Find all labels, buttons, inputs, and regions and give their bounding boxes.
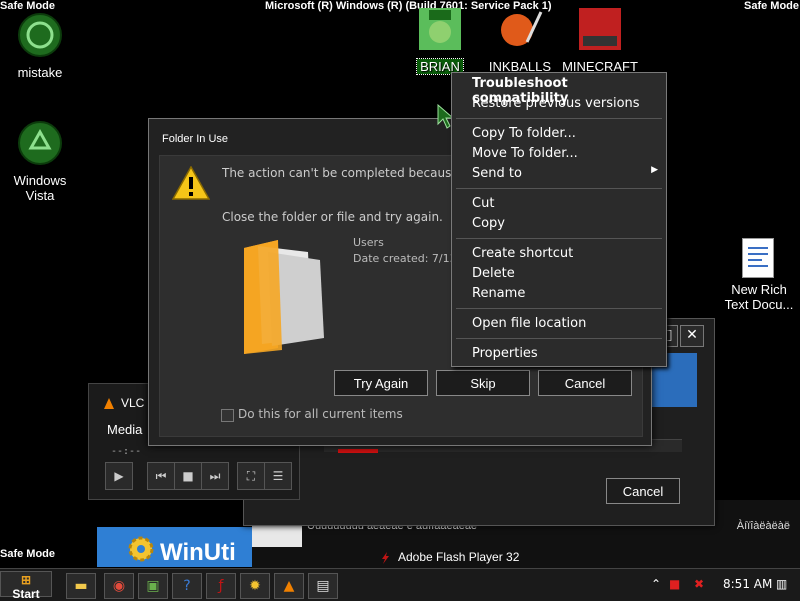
flash-player-title[interactable]: Adobe Flash Player 32 [398, 550, 519, 564]
tray-expand-icon[interactable]: ⌃ [651, 577, 661, 591]
menu-item-delete[interactable]: Delete [472, 266, 515, 281]
windows-logo-icon: ⊞ [20, 573, 32, 587]
equalizer-button[interactable]: ☰ [264, 462, 292, 490]
desktop-icon-windows-vista[interactable]: Windows Vista [0, 120, 80, 203]
menu-item-send-to[interactable]: Send to [472, 166, 522, 181]
start-button[interactable]: ⊞ Start [0, 571, 52, 601]
do-this-for-all-checkbox[interactable] [221, 409, 234, 422]
game-character-icon [419, 8, 461, 50]
menu-item-open-file-location[interactable]: Open file location [472, 316, 586, 331]
fullscreen-button[interactable]: ⛶ [237, 462, 265, 490]
submenu-arrow-icon: ▶ [651, 165, 658, 175]
vlc-title: VLC [121, 396, 145, 410]
ink-ball-pen-icon [501, 11, 543, 46]
vlc-menu-media[interactable]: Media [107, 422, 142, 437]
menu-separator [456, 308, 662, 309]
desktop-icon-label: New Rich Text Docu... [724, 282, 794, 312]
flash-icon [382, 552, 389, 564]
vlc-taskbar-icon[interactable]: ▲ [274, 573, 304, 599]
desktop-icon-brian[interactable]: BRIAN [400, 6, 480, 75]
explorer-taskbar-icon[interactable]: ▬ [66, 573, 96, 599]
dialog-instruction: Close the folder or file and try again. [222, 210, 443, 224]
menu-item-copy[interactable]: Copy [472, 216, 505, 231]
safe-mode-label-bottom-left: Safe Mode [0, 548, 56, 560]
do-this-for-all-label: Do this for all current items [238, 407, 403, 421]
desktop-icon-mistake[interactable]: mistake [0, 12, 80, 80]
dialog-title: Folder In Use [162, 133, 229, 145]
minecraft-icon [579, 8, 621, 50]
menu-separator [456, 118, 662, 119]
tray-display-icon[interactable]: ■ [669, 577, 680, 591]
clock[interactable]: 8:51 AM [723, 577, 772, 591]
stop-button[interactable]: ■ [174, 462, 202, 490]
desktop-icon-label: mistake [17, 65, 63, 80]
winuti-window[interactable]: WinUti [97, 527, 252, 567]
app-taskbar-icon[interactable]: ▣ [138, 573, 168, 599]
rich-text-document-icon [742, 238, 774, 278]
try-again-button[interactable]: Try Again [334, 370, 428, 396]
menu-item-copy-to-folder[interactable]: Copy To folder... [472, 126, 576, 141]
menu-item-move-to-folder[interactable]: Move To folder... [472, 146, 578, 161]
menu-item-rename[interactable]: Rename [472, 286, 525, 301]
winuti-title: WinUti [160, 539, 236, 566]
skip-button[interactable]: Skip [436, 370, 530, 396]
safe-mode-label-top-left: Safe Mode [0, 0, 56, 12]
desktop-icon-rtf-label[interactable]: New Rich Text Docu... [718, 282, 800, 312]
desktop-icon-inkballs[interactable]: INKBALLS [480, 6, 560, 74]
flash-taskbar-icon[interactable]: ƒ [206, 573, 236, 599]
close-button[interactable]: ✕ [680, 325, 704, 347]
progress-fill [338, 449, 378, 453]
safe-mode-label-top-right: Safe Mode [743, 0, 799, 12]
strip-text-right: Àíïîàëàëàë [736, 520, 790, 532]
menu-separator [456, 238, 662, 239]
warning-icon [172, 166, 210, 200]
start-label: Start [12, 587, 40, 601]
notepad-taskbar-icon[interactable]: ▤ [308, 573, 338, 599]
next-button[interactable]: ⏭ [201, 462, 229, 490]
menu-item-create-shortcut[interactable]: Create shortcut [472, 246, 573, 261]
vlc-cone-icon [104, 398, 114, 409]
cancel-button[interactable]: Cancel [538, 370, 632, 396]
chrome-taskbar-icon[interactable]: ◉ [104, 573, 134, 599]
tray-volume-muted-icon[interactable]: ✖ [694, 577, 704, 591]
play-button[interactable]: ▶ [105, 462, 133, 490]
dialog-message: The action can't be completed because th… [222, 166, 462, 180]
folder-icon [244, 240, 324, 354]
recycle-bin-icon [18, 13, 62, 57]
gear-icon [128, 536, 154, 562]
menu-separator [456, 188, 662, 189]
taskbar: ⊞ Start ▬ ◉ ▣ ? ƒ ✹ ▲ ▤ ⌃ ■ ✖ 8:51 AM ▥ [0, 568, 800, 601]
tray-network-icon[interactable]: ▥ [776, 577, 787, 591]
context-menu[interactable]: Troubleshoot compatibility Restore previ… [451, 72, 667, 367]
menu-item-properties[interactable]: Properties [472, 346, 538, 361]
help-taskbar-icon[interactable]: ? [172, 573, 202, 599]
vlc-time: --:-- [111, 446, 142, 457]
settings-taskbar-icon[interactable]: ✹ [240, 573, 270, 599]
recycle-bin-icon [18, 121, 62, 165]
menu-item-restore-previous-versions[interactable]: Restore previous versions [472, 96, 640, 111]
desktop-icon-minecraft[interactable]: MINECRAFT [560, 6, 640, 74]
item-name: Users [353, 236, 384, 249]
desktop-icon-label: Windows Vista [13, 173, 67, 203]
item-date-created: Date created: 7/13/ [353, 252, 461, 265]
previous-button[interactable]: ⏮ [147, 462, 175, 490]
menu-separator [456, 338, 662, 339]
menu-item-cut[interactable]: Cut [472, 196, 494, 211]
cancel-button[interactable]: Cancel [606, 478, 680, 504]
